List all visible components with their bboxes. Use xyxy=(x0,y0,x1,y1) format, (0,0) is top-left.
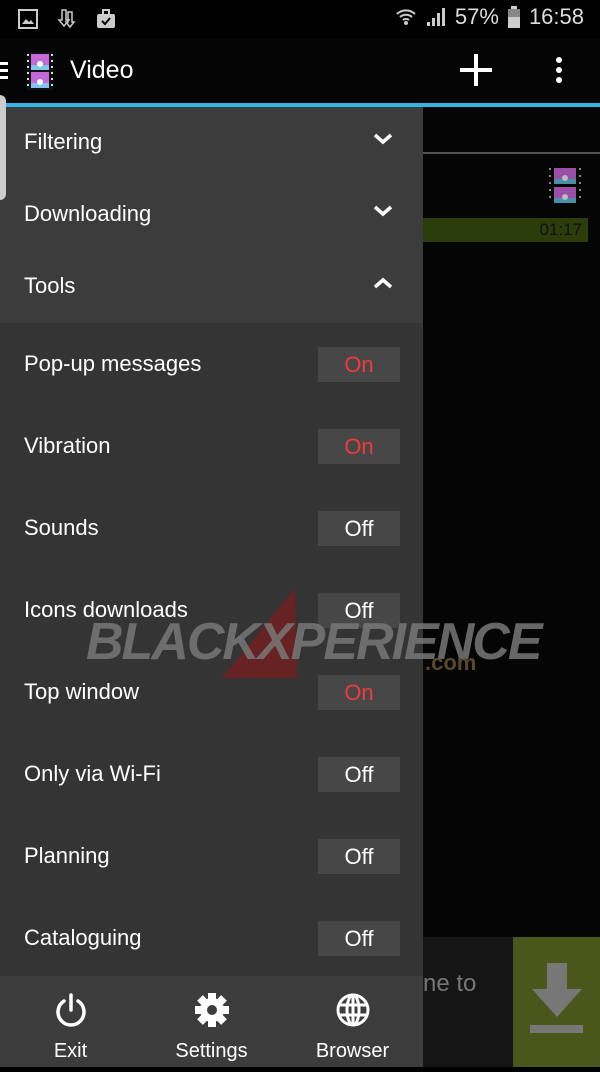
toggle-top-window[interactable]: On xyxy=(318,675,400,710)
tool-label: Sounds xyxy=(24,515,99,540)
tool-row-only-via-wifi: Only via Wi-Fi Off xyxy=(0,733,423,815)
toggle-cataloguing[interactable]: Off xyxy=(318,921,400,956)
briefcase-check-icon xyxy=(97,9,115,28)
section-label: Filtering xyxy=(24,129,103,154)
app-bar: Video xyxy=(0,38,600,104)
wifi-icon xyxy=(396,9,416,25)
chevron-down-icon xyxy=(373,133,393,145)
add-icon[interactable] xyxy=(458,52,494,88)
chevron-up-icon xyxy=(373,277,393,289)
battery-icon xyxy=(507,6,520,28)
chevron-down-icon xyxy=(373,205,393,217)
exit-button[interactable]: Exit xyxy=(0,976,141,1067)
more-vert-icon[interactable] xyxy=(550,56,568,86)
video-thumbnail-icon xyxy=(549,168,581,203)
tool-label: Only via Wi-Fi xyxy=(24,761,161,786)
toggle-popup-messages[interactable]: On xyxy=(318,347,400,382)
progress-time: 01:17 xyxy=(539,220,582,239)
status-bar: 57% 16:58 xyxy=(0,0,600,38)
tool-label: Pop-up messages xyxy=(24,351,202,376)
exit-label: Exit xyxy=(53,1040,88,1062)
browser-button[interactable]: Browser xyxy=(282,976,423,1067)
app-title: Video xyxy=(70,56,134,84)
clock: 16:58 xyxy=(528,4,584,29)
signal-icon xyxy=(426,8,445,26)
download-progress-bar: 01:17 xyxy=(423,218,588,242)
toggle-vibration[interactable]: On xyxy=(318,429,400,464)
settings-label: Settings xyxy=(175,1040,248,1062)
download-icon xyxy=(57,9,76,29)
tool-row-cataloguing: Cataloguing Off xyxy=(0,897,423,979)
section-tools[interactable]: Tools xyxy=(0,251,423,323)
drawer-scroll-handle[interactable] xyxy=(0,95,6,200)
tool-label: Cataloguing xyxy=(24,925,142,950)
download-fab[interactable] xyxy=(513,937,600,1067)
download-arrow-icon xyxy=(530,963,583,1033)
divider xyxy=(423,152,600,154)
tool-label: Top window xyxy=(24,679,139,704)
tool-row-vibration: Vibration On xyxy=(0,405,423,487)
menu-icon[interactable] xyxy=(0,60,8,82)
navigation-drawer: Filtering Downloading Tools Pop-up messa… xyxy=(0,107,423,1067)
gallery-icon xyxy=(18,9,38,29)
drawer-bottom-bar: Exit Settings Browser xyxy=(0,976,423,1067)
gear-icon xyxy=(194,993,229,1027)
tool-row-sounds: Sounds Off xyxy=(0,487,423,569)
video-list-background xyxy=(423,107,600,1067)
toggle-sounds[interactable]: Off xyxy=(318,511,400,546)
tool-row-planning: Planning Off xyxy=(0,815,423,897)
watermark-suffix: .com xyxy=(425,650,477,675)
settings-button[interactable]: Settings xyxy=(141,976,282,1067)
globe-icon xyxy=(336,993,369,1027)
video-app-logo-icon xyxy=(27,52,53,90)
toggle-only-via-wifi[interactable]: Off xyxy=(318,757,400,792)
power-icon xyxy=(55,993,86,1027)
section-downloading[interactable]: Downloading xyxy=(0,179,423,251)
toggle-planning[interactable]: Off xyxy=(318,839,400,874)
section-filtering[interactable]: Filtering xyxy=(0,107,423,179)
banner-text: ne to xyxy=(423,970,477,997)
tool-label: Planning xyxy=(24,843,110,868)
battery-percent: 57% xyxy=(454,4,499,29)
tool-row-popup-messages: Pop-up messages On xyxy=(0,323,423,405)
section-label: Tools xyxy=(24,273,76,298)
section-label: Downloading xyxy=(24,201,152,226)
tool-label: Vibration xyxy=(24,433,111,458)
browser-label: Browser xyxy=(315,1040,390,1062)
